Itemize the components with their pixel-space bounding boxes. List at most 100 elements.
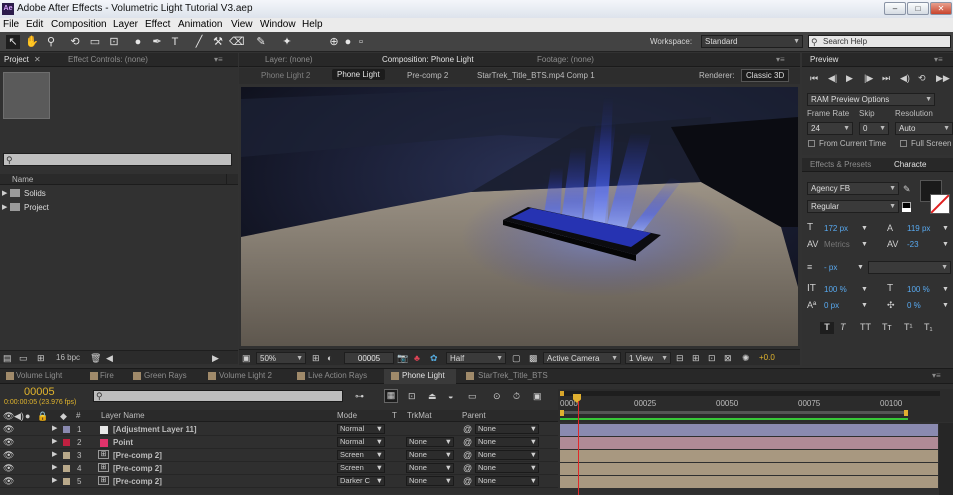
pen-tool-icon[interactable]: ✒ bbox=[150, 35, 164, 49]
brush-tool-icon[interactable]: ╱ bbox=[192, 35, 206, 49]
breadcrumb-item[interactable]: StarTrek_Title_BTS.mp4 Comp 1 bbox=[477, 71, 595, 80]
stroke-style-dropdown[interactable]: ▼ bbox=[868, 261, 951, 274]
baseline-shift-value[interactable]: 0 px bbox=[824, 301, 839, 310]
roto-brush-tool-icon[interactable]: ✎ bbox=[254, 35, 268, 49]
track-matte-dropdown[interactable]: None ▼ bbox=[406, 437, 454, 447]
bit-depth-label[interactable]: 16 bpc bbox=[56, 353, 80, 362]
tab-composition[interactable]: Composition: Phone Light bbox=[382, 53, 474, 67]
from-current-time-checkbox[interactable] bbox=[808, 140, 815, 147]
mute-audio-icon[interactable]: ◀) bbox=[900, 73, 910, 83]
graph-icon[interactable]: ▣ bbox=[533, 391, 542, 401]
expand-arrow-icon[interactable]: ▶ bbox=[52, 476, 57, 486]
pickwhip-icon[interactable]: @ bbox=[463, 450, 472, 460]
label-color-swatch[interactable] bbox=[63, 452, 70, 459]
pickwhip-icon[interactable]: @ bbox=[463, 463, 472, 473]
frame-rate-dropdown[interactable]: 24 ▼ bbox=[807, 122, 853, 135]
blend-mode-dropdown[interactable]: Normal ▼ bbox=[337, 424, 385, 434]
grid-overlay-icon[interactable]: ⊞ bbox=[312, 353, 320, 363]
dropdown-arrow-icon[interactable]: ▼ bbox=[942, 301, 949, 311]
expand-arrow-icon[interactable]: ▶ bbox=[52, 437, 57, 447]
workspace-dropdown[interactable]: Standard ▼ bbox=[701, 35, 803, 48]
exposure-value[interactable]: +0.0 bbox=[759, 353, 775, 362]
camera-tool-icon[interactable]: ▭ bbox=[88, 35, 102, 49]
leading-value[interactable]: 119 px bbox=[907, 224, 930, 233]
dropdown-arrow-icon[interactable]: ▼ bbox=[861, 301, 868, 311]
visibility-eye-icon[interactable]: 👁 bbox=[3, 424, 14, 434]
scroll-left-icon[interactable]: ◀ bbox=[106, 353, 113, 363]
label-color-swatch[interactable] bbox=[63, 478, 70, 485]
blend-mode-dropdown[interactable]: Screen ▼ bbox=[337, 463, 385, 473]
column-mode[interactable]: Mode bbox=[337, 410, 357, 422]
layer-name[interactable]: [Adjustment Layer 11] bbox=[113, 424, 197, 436]
tab-fire[interactable]: Fire bbox=[100, 369, 114, 383]
tab-volume-light[interactable]: Volume Light bbox=[16, 369, 62, 383]
world-axis-icon[interactable]: ● bbox=[341, 35, 355, 49]
subscript-button[interactable]: T₁ bbox=[924, 322, 933, 332]
stroke-color-swatch[interactable] bbox=[930, 194, 950, 214]
always-preview-icon[interactable]: ▣ bbox=[242, 353, 251, 363]
loop-icon[interactable]: ⟲ bbox=[918, 73, 926, 83]
layer-name[interactable]: [Pre-comp 2] bbox=[113, 463, 162, 475]
column-name-header[interactable]: Name bbox=[12, 175, 33, 184]
motion-blur-icon[interactable]: ◒ bbox=[448, 391, 453, 401]
toggle-pixel-aspect-icon[interactable]: ⊟ bbox=[676, 353, 684, 363]
panel-menu-icon[interactable]: ▾≡ bbox=[934, 53, 943, 67]
snapshot-icon[interactable]: 📷 bbox=[397, 353, 408, 363]
visibility-eye-icon[interactable]: 👁 bbox=[3, 476, 14, 486]
track-matte-dropdown[interactable]: None ▼ bbox=[406, 450, 454, 460]
font-size-value[interactable]: 172 px bbox=[824, 224, 848, 233]
parent-dropdown[interactable]: None ▼ bbox=[475, 437, 539, 447]
breadcrumb-item[interactable]: Phone Light 2 bbox=[261, 71, 310, 80]
ellipse-tool-icon[interactable]: ● bbox=[131, 35, 145, 49]
current-time-field[interactable]: 00005 bbox=[344, 352, 394, 364]
track-matte-dropdown[interactable]: None ▼ bbox=[406, 476, 454, 486]
menu-effect[interactable]: Effect bbox=[145, 18, 170, 32]
parent-dropdown[interactable]: None ▼ bbox=[475, 476, 539, 486]
fast-previews-icon[interactable]: ⊞ bbox=[692, 353, 700, 363]
panel-menu-icon[interactable]: ▾≡ bbox=[932, 369, 941, 383]
zoom-tool-icon[interactable]: ⚲ bbox=[44, 35, 58, 49]
dropdown-arrow-icon[interactable]: ▼ bbox=[942, 240, 949, 250]
preview-resolution-dropdown[interactable]: Auto ▼ bbox=[895, 122, 953, 135]
tab-green-rays[interactable]: Green Rays bbox=[144, 369, 187, 383]
menu-layer[interactable]: Layer bbox=[113, 18, 138, 32]
dropdown-arrow-icon[interactable]: ▼ bbox=[857, 263, 864, 273]
new-folder-icon[interactable]: ▭ bbox=[19, 353, 28, 363]
type-tool-icon[interactable]: T bbox=[168, 35, 182, 49]
label-column-icon[interactable]: ◆ bbox=[60, 411, 67, 421]
layer-duration-bar[interactable] bbox=[560, 476, 938, 488]
project-item[interactable]: ▶ Project bbox=[0, 201, 238, 214]
view-layout-dropdown[interactable]: 1 View ▼ bbox=[625, 352, 671, 364]
hide-shy-layers-icon[interactable]: ⊡ bbox=[408, 391, 416, 401]
all-caps-button[interactable]: TT bbox=[860, 322, 871, 332]
play-icon[interactable]: ▶ bbox=[846, 73, 853, 83]
layer-name[interactable]: [Pre-comp 2] bbox=[113, 450, 162, 462]
menu-window[interactable]: Window bbox=[260, 18, 296, 32]
layer-name[interactable]: [Pre-comp 2] bbox=[113, 476, 162, 488]
video-column-icon[interactable]: 👁 bbox=[3, 411, 14, 421]
brainstorm-icon[interactable]: ⊙ bbox=[493, 391, 501, 401]
white-swatch[interactable] bbox=[902, 208, 911, 212]
breadcrumb-item[interactable]: Pre-comp 2 bbox=[407, 71, 448, 80]
close-button[interactable]: ✕ bbox=[930, 2, 952, 15]
menu-edit[interactable]: Edit bbox=[26, 18, 43, 32]
ram-preview-dropdown[interactable]: RAM Preview Options ▼ bbox=[807, 93, 935, 106]
tab-startrek-title-bts[interactable]: StarTrek_Title_BTS bbox=[478, 369, 548, 383]
draft-3d-icon[interactable]: ▦ bbox=[384, 389, 398, 403]
eyedropper-icon[interactable]: ✎ bbox=[903, 184, 911, 194]
pickwhip-icon[interactable]: @ bbox=[463, 476, 472, 486]
column-layer-name[interactable]: Layer Name bbox=[101, 410, 145, 422]
tab-character[interactable]: Characte bbox=[894, 158, 926, 172]
region-of-interest-icon[interactable]: ▢ bbox=[512, 353, 521, 363]
last-frame-icon[interactable]: ⏭ bbox=[882, 73, 890, 83]
tab-effect-controls[interactable]: Effect Controls: (none) bbox=[68, 53, 148, 67]
layer-duration-bar[interactable] bbox=[560, 437, 938, 449]
audio-column-icon[interactable]: ◀) bbox=[14, 411, 24, 421]
faux-bold-button[interactable]: T bbox=[820, 322, 834, 334]
font-family-dropdown[interactable]: Agency FB ▼ bbox=[807, 182, 899, 195]
maximize-button[interactable]: □ bbox=[907, 2, 929, 15]
label-color-swatch[interactable] bbox=[63, 439, 70, 446]
first-frame-icon[interactable]: ⏮ bbox=[810, 73, 818, 83]
pan-behind-tool-icon[interactable]: ⊡ bbox=[107, 35, 121, 49]
dropdown-arrow-icon[interactable]: ▼ bbox=[861, 285, 868, 295]
